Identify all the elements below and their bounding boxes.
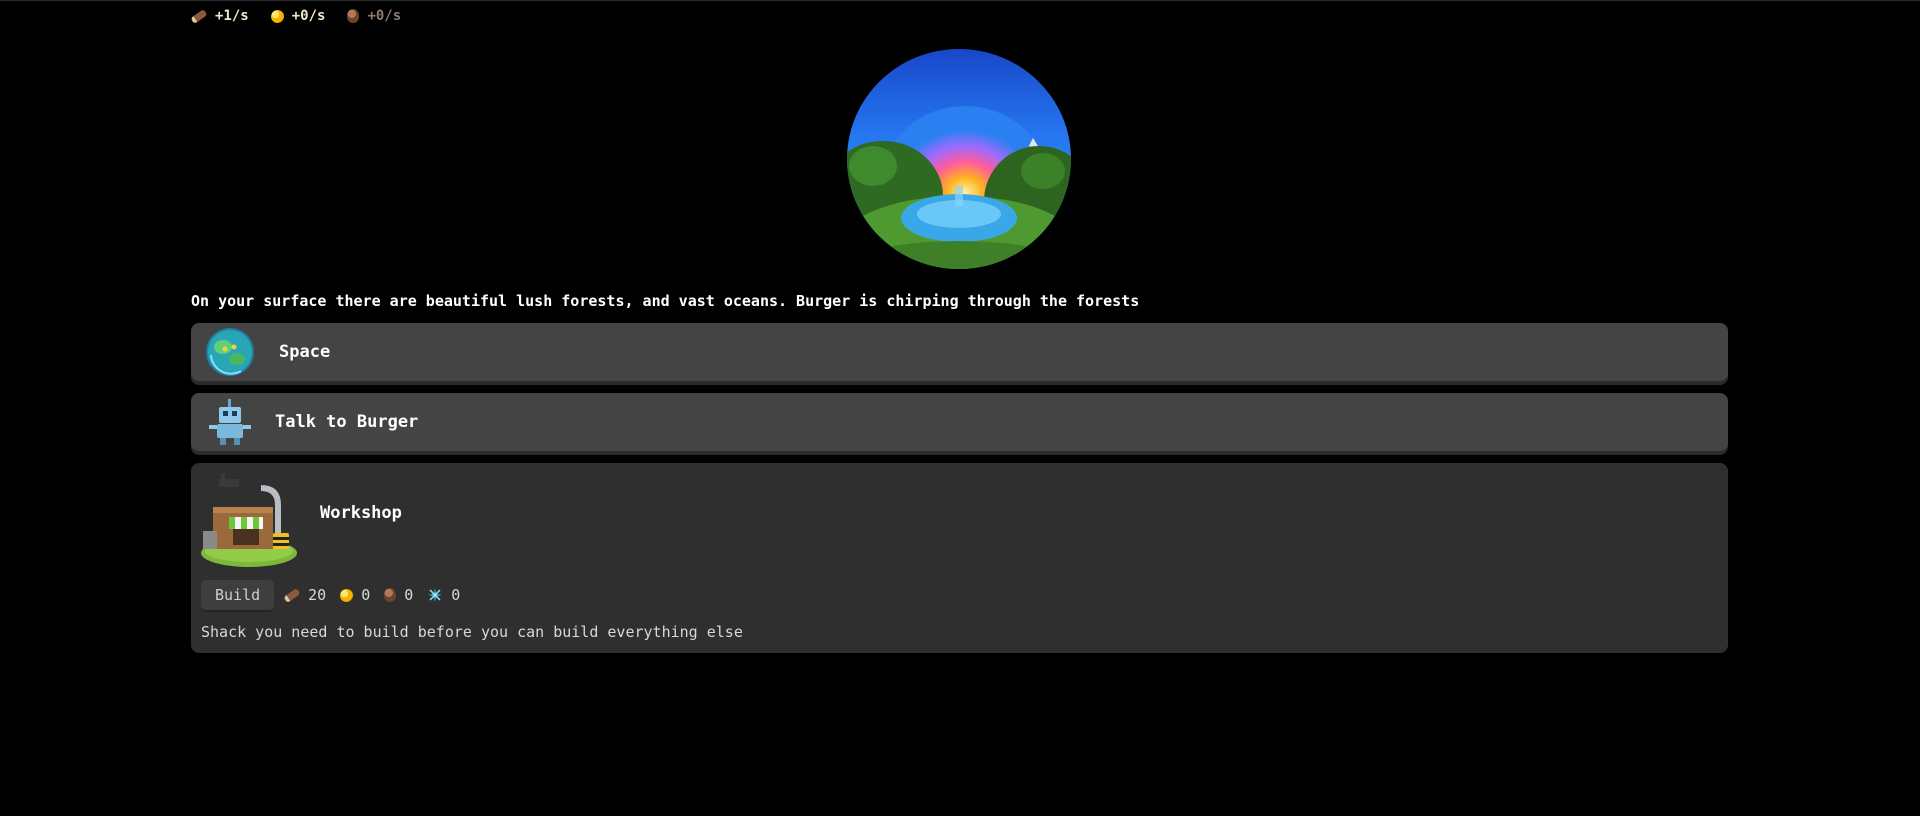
crystal-icon bbox=[428, 588, 443, 602]
coin-icon bbox=[340, 588, 354, 602]
rate-acorn-value: +0/s bbox=[367, 8, 402, 24]
planet-image bbox=[843, 46, 1075, 272]
log-icon bbox=[190, 8, 208, 24]
log-icon bbox=[283, 587, 301, 603]
rate-coin-value: +0/s bbox=[291, 8, 326, 24]
planet-icon bbox=[847, 49, 1071, 269]
build-button[interactable]: Build bbox=[201, 580, 275, 610]
acorn-icon bbox=[384, 588, 397, 602]
game-container: +1/s +0/s +0/s On your surface there are… bbox=[190, 0, 1728, 653]
rate-coin: +0/s bbox=[270, 8, 326, 24]
talk-to-burger-label: Talk to Burger bbox=[275, 412, 419, 432]
robot-icon bbox=[209, 399, 251, 445]
cost-acorn-value: 0 bbox=[404, 586, 414, 604]
acorn-icon bbox=[347, 9, 360, 23]
cost-crystal-value: 0 bbox=[451, 586, 461, 604]
workshop-cost-row: Build 20 0 0 0 bbox=[201, 580, 464, 610]
space-label: Space bbox=[279, 342, 331, 362]
rate-wood-value: +1/s bbox=[215, 8, 249, 24]
cost-crystal: 0 bbox=[427, 586, 460, 604]
workshop-icon bbox=[201, 473, 297, 567]
space-button[interactable]: Space bbox=[191, 323, 1728, 381]
workshop-note: Shack you need to build before you can b… bbox=[201, 623, 743, 641]
rate-acorn: +0/s bbox=[347, 8, 401, 24]
cost-acorn: 0 bbox=[384, 586, 413, 604]
planet-icon bbox=[206, 328, 254, 376]
talk-to-burger-button[interactable]: Talk to Burger bbox=[191, 393, 1728, 451]
cost-wood-value: 20 bbox=[308, 586, 327, 604]
resource-rates: +1/s +0/s +0/s bbox=[190, 0, 1728, 32]
cost-coin-value: 0 bbox=[361, 586, 371, 604]
cost-wood: 20 bbox=[283, 586, 327, 604]
rate-wood: +1/s bbox=[190, 8, 249, 24]
workshop-title: Workshop bbox=[320, 503, 402, 523]
cost-coin: 0 bbox=[340, 586, 370, 604]
coin-icon bbox=[270, 9, 284, 23]
planet-description: On your surface there are beautiful lush… bbox=[191, 292, 1140, 310]
workshop-panel: Workshop Build 20 0 0 0 Shack you need t… bbox=[191, 463, 1728, 653]
